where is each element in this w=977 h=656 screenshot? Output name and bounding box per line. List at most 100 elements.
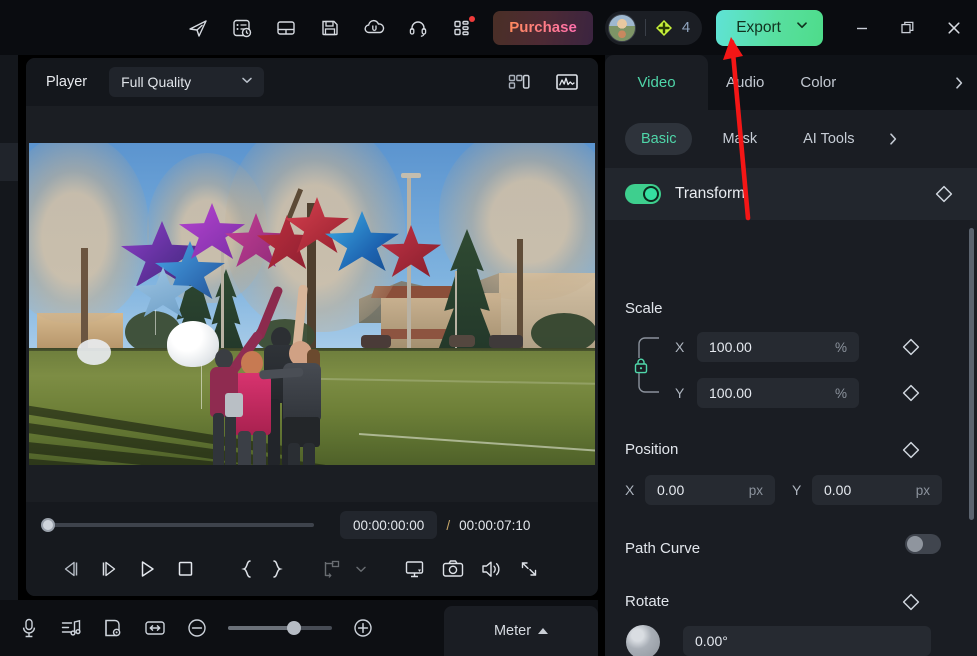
zoom-slider-fill bbox=[228, 626, 294, 630]
scale-x-keyframe-icon[interactable] bbox=[898, 334, 924, 360]
player-label: Player bbox=[46, 74, 88, 90]
save-icon[interactable] bbox=[313, 11, 347, 45]
close-button[interactable] bbox=[931, 8, 977, 48]
position-keyframe-icon[interactable] bbox=[898, 437, 924, 463]
leg bbox=[288, 443, 300, 465]
rotate-label: Rotate bbox=[625, 593, 670, 610]
previous-frame-button[interactable] bbox=[52, 550, 90, 588]
white-balloon bbox=[77, 339, 111, 365]
scale-label: Scale bbox=[625, 300, 663, 317]
video-preview[interactable] bbox=[29, 143, 595, 465]
left-panel-selected-item[interactable] bbox=[0, 143, 18, 181]
position-y-unit: px bbox=[915, 482, 930, 498]
rotate-input[interactable]: 0.00° bbox=[683, 626, 931, 656]
mark-in-button[interactable] bbox=[228, 550, 266, 588]
snapshot-button[interactable] bbox=[434, 550, 472, 588]
split-dropdown-chevron-down-icon bbox=[350, 550, 372, 588]
bag bbox=[225, 393, 243, 417]
position-y-axis-label: Y bbox=[792, 482, 802, 498]
position-x-input[interactable]: 0.00 px bbox=[645, 475, 775, 505]
subtab-mask[interactable]: Mask bbox=[706, 123, 773, 155]
subtabs-next-chevron-right-icon[interactable] bbox=[878, 123, 908, 155]
inspector-scrollbar-track[interactable] bbox=[969, 228, 974, 656]
volume-button[interactable] bbox=[472, 550, 510, 588]
position-x-axis-label: X bbox=[625, 482, 635, 498]
fit-timeline-icon[interactable] bbox=[134, 607, 176, 649]
scale-y-axis-label: Y bbox=[675, 385, 685, 401]
fullscreen-button[interactable] bbox=[510, 550, 548, 588]
transform-keyframe-icon[interactable] bbox=[931, 181, 957, 207]
beat-detect-icon[interactable] bbox=[50, 607, 92, 649]
leg bbox=[253, 431, 266, 465]
scale-y-input[interactable]: 100.00 % bbox=[697, 378, 859, 408]
quality-dropdown[interactable]: Full Quality bbox=[109, 67, 265, 97]
subtab-basic[interactable]: Basic bbox=[625, 123, 693, 155]
current-timecode[interactable]: 00:00:00:00 bbox=[340, 511, 438, 539]
transform-toggle[interactable] bbox=[625, 184, 661, 204]
display-settings-button[interactable] bbox=[396, 550, 434, 588]
zoom-in-button[interactable] bbox=[342, 607, 384, 649]
white-balloon bbox=[167, 321, 219, 367]
subtab-basic-label: Basic bbox=[641, 131, 677, 147]
export-button[interactable]: Export bbox=[716, 9, 823, 46]
stop-button[interactable] bbox=[166, 550, 204, 588]
tab-audio-label: Audio bbox=[726, 74, 765, 91]
leg bbox=[238, 431, 251, 465]
purchase-button[interactable]: Purchase bbox=[493, 10, 593, 45]
tab-video-label: Video bbox=[637, 74, 676, 91]
transform-label: Transform bbox=[675, 185, 746, 202]
parked-car bbox=[489, 335, 523, 348]
apps-grid-icon[interactable] bbox=[445, 11, 479, 45]
player-header: Player Full Quality bbox=[26, 58, 598, 106]
timecode-separator: / bbox=[446, 517, 451, 533]
scale-lock-icon[interactable] bbox=[633, 357, 649, 380]
window-controls bbox=[839, 8, 977, 48]
tab-video[interactable]: Video bbox=[605, 55, 708, 110]
render-preview-icon[interactable] bbox=[92, 607, 134, 649]
leg bbox=[225, 413, 236, 465]
layout-icon[interactable] bbox=[269, 11, 303, 45]
credits-pill[interactable]: 4 bbox=[604, 10, 703, 45]
position-y-input[interactable]: 0.00 px bbox=[812, 475, 942, 505]
cloud-upload-icon[interactable] bbox=[357, 11, 391, 45]
avatar[interactable] bbox=[607, 13, 636, 42]
inspector-panel: Video Audio Color Basic Mask AI Tools Tr… bbox=[605, 55, 977, 656]
zoom-slider-knob[interactable] bbox=[287, 621, 301, 635]
credit-gem-icon bbox=[655, 19, 673, 37]
zoom-out-button[interactable] bbox=[176, 607, 218, 649]
restore-button[interactable] bbox=[885, 8, 931, 48]
scale-x-input[interactable]: 100.00 % bbox=[697, 332, 859, 362]
scale-y-unit: % bbox=[834, 385, 847, 401]
transport-controls: 00:00:00:00 / 00:00:07:10 bbox=[26, 502, 598, 596]
tabs-next-chevron-right-icon[interactable] bbox=[941, 55, 977, 110]
rotate-keyframe-icon[interactable] bbox=[898, 589, 924, 615]
meter-panel-button[interactable]: Meter bbox=[444, 606, 598, 656]
chevron-down-icon[interactable] bbox=[795, 18, 809, 37]
mark-out-button[interactable] bbox=[266, 550, 288, 588]
path-curve-toggle[interactable] bbox=[905, 534, 941, 554]
tab-audio[interactable]: Audio bbox=[708, 55, 782, 110]
playhead-slider[interactable] bbox=[41, 518, 314, 532]
subtab-mask-label: Mask bbox=[722, 131, 758, 147]
zoom-slider[interactable] bbox=[228, 621, 332, 635]
quality-value: Full Quality bbox=[121, 74, 192, 90]
scale-y-keyframe-icon[interactable] bbox=[898, 380, 924, 406]
transform-section-header: Transform bbox=[605, 168, 977, 220]
voiceover-mic-icon[interactable] bbox=[8, 607, 50, 649]
leg bbox=[213, 413, 224, 465]
tab-color[interactable]: Color bbox=[782, 55, 854, 110]
subtab-ai-tools[interactable]: AI Tools bbox=[787, 123, 870, 155]
playhead-knob[interactable] bbox=[41, 518, 55, 532]
inspector-scrollbar-thumb[interactable] bbox=[969, 228, 974, 520]
rotate-dial[interactable] bbox=[626, 625, 660, 656]
panel-layout-icon[interactable] bbox=[502, 67, 536, 97]
next-frame-button[interactable] bbox=[90, 550, 128, 588]
share-send-icon[interactable] bbox=[181, 11, 215, 45]
project-history-icon[interactable] bbox=[225, 11, 259, 45]
headset-support-icon[interactable] bbox=[401, 11, 435, 45]
parked-car bbox=[361, 335, 391, 348]
left-panel-strip[interactable] bbox=[0, 55, 18, 615]
play-button[interactable] bbox=[128, 550, 166, 588]
scopes-monitor-icon[interactable] bbox=[550, 67, 584, 97]
minimize-button[interactable] bbox=[839, 8, 885, 48]
